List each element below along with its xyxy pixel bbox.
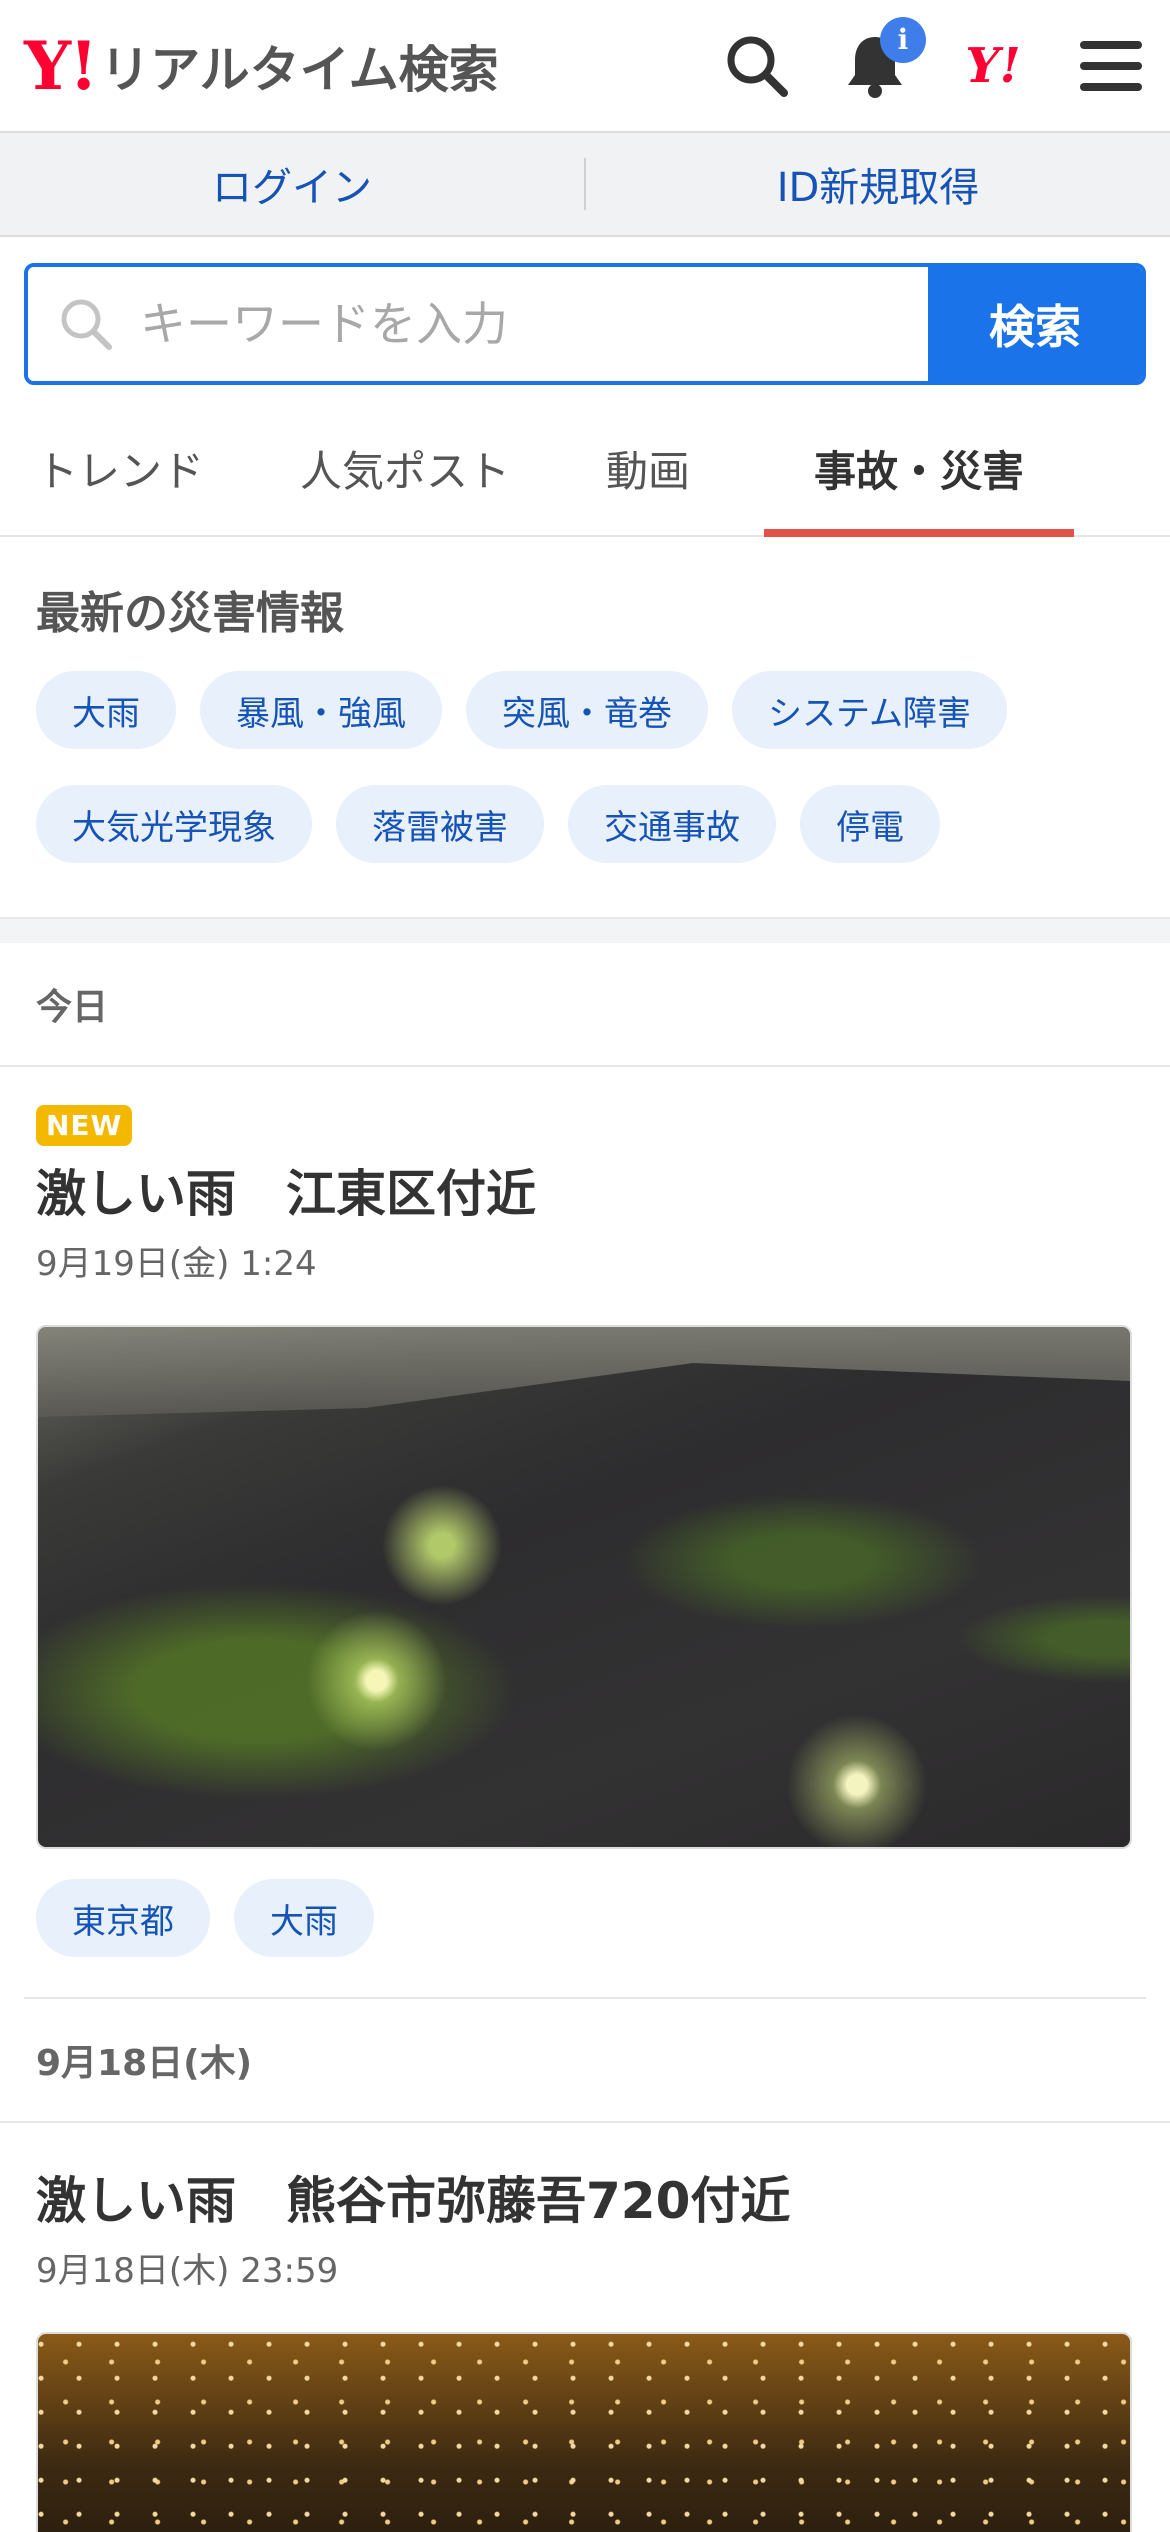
tab-videos[interactable]: 動画 — [584, 401, 712, 535]
tab-accidents-disasters[interactable]: 事故・災害 — [764, 401, 1075, 537]
tag-heavy-rain[interactable]: 大雨 — [234, 1879, 374, 1957]
chip-atmospheric-optics[interactable]: 大気光学現象 — [36, 785, 312, 863]
yahoo-japan-icon[interactable]: Y! — [958, 31, 1028, 101]
day-header-today: 今日 — [0, 943, 1170, 1067]
category-tabs: トレンド 人気ポスト 動画 事故・災害 — [0, 401, 1170, 537]
app-header: Y! リアルタイム検索 i Y! — [0, 0, 1170, 133]
chip-lightning-damage[interactable]: 落雷被害 — [336, 785, 544, 863]
disaster-info-section: 最新の災害情報 大雨 暴風・強風 突風・竜巻 システム障害 大気光学現象 落雷被… — [0, 537, 1170, 917]
new-badge: NEW — [36, 1105, 133, 1146]
notice-badge: i — [880, 16, 926, 63]
disaster-chips: 大雨 暴風・強風 突風・竜巻 システム障害 大気光学現象 落雷被害 交通事故 停… — [36, 671, 1134, 899]
post-tags: 東京都 大雨 — [36, 1879, 1134, 1997]
login-link[interactable]: ログイン — [0, 155, 584, 213]
post-date: 9月19日(金) 1:24 — [36, 1244, 317, 1284]
login-bar: ログイン ID新規取得 — [0, 133, 1170, 237]
search-field — [28, 267, 928, 381]
tab-trend[interactable]: トレンド — [14, 401, 226, 535]
chip-traffic-accident[interactable]: 交通事故 — [568, 785, 776, 863]
post-title[interactable]: 激しい雨 江東区付近 — [36, 1154, 1134, 1226]
chip-gust-tornado[interactable]: 突風・竜巻 — [466, 671, 708, 749]
image-building — [38, 1327, 1130, 1417]
chip-system-failure[interactable]: システム障害 — [732, 671, 1007, 749]
tag-tokyo[interactable]: 東京都 — [36, 1879, 210, 1957]
chip-heavy-rain[interactable]: 大雨 — [36, 671, 176, 749]
chip-power-outage[interactable]: 停電 — [800, 785, 940, 863]
tab-popular-posts[interactable]: 人気ポスト — [278, 401, 532, 535]
logo[interactable]: Y! リアルタイム検索 — [24, 27, 499, 105]
bell-icon[interactable]: i — [840, 16, 926, 101]
section-separator — [0, 917, 1170, 943]
search-bar: 検索 — [24, 263, 1146, 385]
yahoo-logo-mark: Y! — [24, 26, 98, 105]
search-input[interactable] — [140, 297, 880, 351]
search-field-icon — [61, 299, 112, 350]
post-item[interactable]: 激しい雨 熊谷市弥藤吾720付近 9月18日(木) 23:59 — [0, 2123, 1170, 2532]
chip-storm[interactable]: 暴風・強風 — [200, 671, 442, 749]
post-image[interactable] — [36, 2332, 1132, 2532]
section-title: 最新の災害情報 — [36, 588, 344, 639]
post-item[interactable]: NEW 激しい雨 江東区付近 9月19日(金) 1:24 東京都 大雨 — [0, 1067, 1170, 1997]
yahoo-mini-mark: Y! — [965, 37, 1021, 94]
register-link[interactable]: ID新規取得 — [586, 155, 1170, 213]
search-button[interactable]: 検索 — [928, 267, 1142, 381]
header-icons: i Y! — [674, 16, 1146, 101]
post-image[interactable] — [36, 1325, 1132, 1849]
day-header-sep18: 9月18日(木) — [0, 1999, 1170, 2123]
post-title[interactable]: 激しい雨 熊谷市弥藤吾720付近 — [36, 2161, 1134, 2233]
hamburger-menu-icon[interactable] — [1076, 31, 1146, 101]
search-icon[interactable] — [722, 31, 792, 101]
logo-text: リアルタイム検索 — [100, 40, 499, 99]
post-date: 9月18日(木) 23:59 — [36, 2251, 339, 2291]
